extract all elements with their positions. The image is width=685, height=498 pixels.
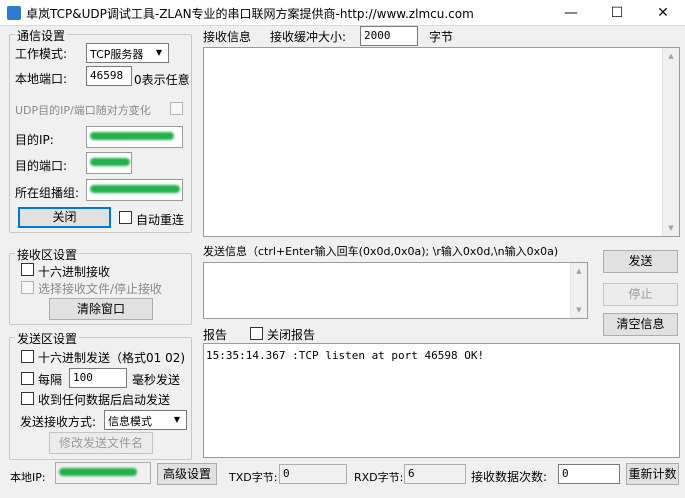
modify-send-filename-button[interactable]: 修改发送文件名: [49, 432, 153, 454]
recv-textarea[interactable]: ▲ ▼: [203, 47, 680, 237]
local-port-label: 本地端口:: [15, 72, 68, 86]
auto-reconnect-label: 自动重连: [136, 213, 185, 227]
redaction-mark: [90, 132, 174, 140]
recv-buffer-label: 接收缓冲大小:: [270, 30, 347, 44]
send-info-label: 发送信息（ctrl+Enter输入回车(0x0d,0x0a); \r输入0x0d…: [203, 245, 559, 258]
recv-info-label: 接收信息: [203, 30, 252, 44]
close-connection-button[interactable]: 关闭: [18, 207, 111, 228]
recv-buffer-input[interactable]: 2000: [360, 26, 418, 46]
multicast-group-field[interactable]: [86, 179, 183, 201]
recv-file-checkbox[interactable]: [21, 281, 34, 294]
udp-follow-label: UDP目的IP/端口随对方变化: [15, 104, 151, 117]
recv-count-label: 接收数据次数:: [471, 470, 548, 484]
chevron-down-icon: ▼: [155, 48, 163, 57]
scroll-down-icon[interactable]: ▼: [571, 302, 587, 318]
timed-send-checkbox[interactable]: [21, 372, 34, 385]
close-report-checkbox[interactable]: [250, 327, 263, 340]
send-mode-value: 信息模式: [108, 415, 152, 428]
maximize-button[interactable]: ☐: [594, 0, 640, 26]
send-mode-label: 发送接收方式:: [20, 415, 97, 429]
scroll-up-icon[interactable]: ▲: [663, 48, 679, 64]
chevron-down-icon: ▼: [173, 415, 181, 424]
local-port-input[interactable]: 46598: [86, 66, 132, 86]
app-icon: [7, 6, 21, 20]
dest-ip-label: 目的IP:: [15, 133, 54, 147]
stop-button[interactable]: 停止: [603, 283, 678, 306]
interval-input[interactable]: 100: [69, 368, 127, 388]
advanced-settings-button[interactable]: 高级设置: [157, 463, 217, 485]
recv-count-value[interactable]: 0: [558, 464, 620, 484]
hex-send-label: 十六进制发送（格式01 02): [38, 351, 186, 365]
clear-window-button[interactable]: 清除窗口: [49, 298, 153, 320]
send-mode-select[interactable]: 信息模式 ▼: [104, 410, 187, 430]
send-textarea[interactable]: ▲ ▼: [203, 262, 588, 319]
recv-settings-label: 接收区设置: [15, 246, 80, 263]
hex-recv-checkbox[interactable]: [21, 263, 34, 276]
interval-unit: 毫秒发送: [132, 373, 181, 387]
report-log-line: 15:35:14.367 :TCP listen at port 46598 O…: [206, 349, 485, 362]
recount-button[interactable]: 重新计数: [626, 463, 679, 485]
every-label: 每隔: [38, 373, 63, 387]
report-label: 报告: [203, 328, 228, 342]
comm-settings-label: 通信设置: [15, 27, 68, 44]
send-scrollbar[interactable]: ▲ ▼: [570, 263, 587, 318]
multicast-group-label: 所在组播组:: [15, 186, 80, 200]
recv-file-label: 选择接收文件/停止接收: [38, 282, 163, 296]
hex-send-checkbox[interactable]: [21, 350, 34, 363]
scroll-up-icon[interactable]: ▲: [571, 263, 587, 279]
auto-send-checkbox[interactable]: [21, 392, 34, 405]
title-bar: 卓岚TCP&UDP调试工具-ZLAN专业的串口联网方案提供商-http://ww…: [0, 0, 685, 26]
auto-send-label: 收到任何数据后启动发送: [38, 393, 171, 407]
txd-label: TXD字节:: [229, 471, 278, 484]
send-button[interactable]: 发送: [603, 250, 678, 273]
redaction-mark: [90, 158, 130, 166]
redaction-mark: [59, 468, 137, 476]
window-title: 卓岚TCP&UDP调试工具-ZLAN专业的串口联网方案提供商-http://ww…: [26, 7, 474, 21]
close-window-button[interactable]: ✕: [640, 0, 685, 26]
dest-port-field[interactable]: [86, 152, 132, 174]
rxd-label: RXD字节:: [354, 471, 404, 484]
dest-port-label: 目的端口:: [15, 159, 68, 173]
work-mode-label: 工作模式:: [15, 47, 68, 61]
local-ip-field: [55, 462, 151, 484]
minimize-button[interactable]: —: [548, 0, 594, 26]
dest-ip-field[interactable]: [86, 126, 183, 148]
udp-follow-checkbox[interactable]: [170, 102, 183, 115]
report-textarea[interactable]: 15:35:14.367 :TCP listen at port 46598 O…: [203, 343, 680, 458]
hex-recv-label: 十六进制接收: [38, 265, 111, 279]
recv-scrollbar[interactable]: ▲ ▼: [662, 48, 679, 236]
scroll-down-icon[interactable]: ▼: [663, 220, 679, 236]
rxd-value: 6: [404, 464, 466, 484]
redaction-mark: [90, 185, 180, 193]
port-hint: 0表示任意: [134, 73, 190, 87]
recv-buffer-unit: 字节: [429, 30, 454, 44]
txd-value: 0: [279, 464, 347, 484]
clear-info-button[interactable]: 清空信息: [603, 313, 678, 336]
send-settings-label: 发送区设置: [15, 330, 80, 347]
close-report-label: 关闭报告: [267, 328, 316, 342]
work-mode-value: TCP服务器: [90, 48, 144, 61]
auto-reconnect-checkbox[interactable]: [119, 211, 132, 224]
work-mode-select[interactable]: TCP服务器 ▼: [86, 43, 169, 63]
local-ip-label: 本地IP:: [10, 471, 46, 484]
